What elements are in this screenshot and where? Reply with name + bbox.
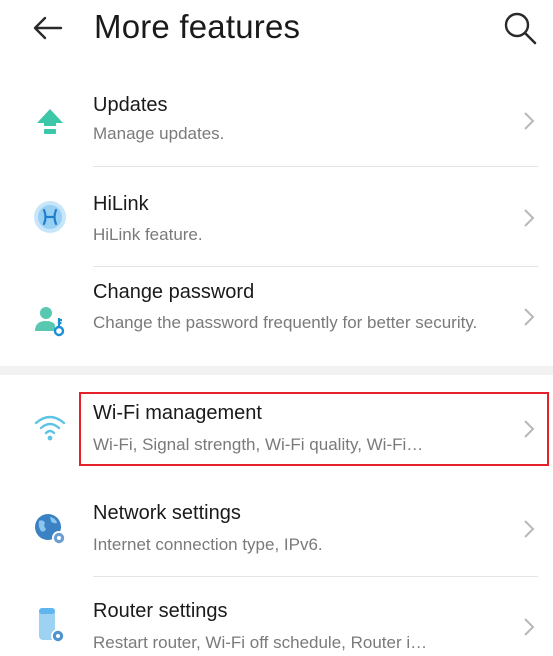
chevron-right-icon — [522, 110, 536, 132]
chevron-right-icon — [522, 306, 536, 328]
search-icon[interactable] — [500, 8, 540, 48]
divider — [93, 166, 538, 167]
list-item-wifi-management[interactable]: Wi-Fi management Wi-Fi, Signal strength,… — [0, 392, 553, 466]
list-item-network-settings[interactable]: Network settings Internet connection typ… — [0, 494, 553, 576]
hilink-icon — [33, 200, 67, 234]
chevron-right-icon — [522, 518, 536, 540]
item-subtitle: Restart router, Wi-Fi off schedule, Rout… — [93, 633, 428, 652]
list-item-hilink[interactable]: HiLink HiLink feature. — [0, 188, 553, 266]
item-title: HiLink — [93, 193, 149, 215]
item-subtitle: HiLink feature. — [93, 225, 203, 244]
item-subtitle: Internet connection type, IPv6. — [93, 535, 323, 554]
list-item-change-password[interactable]: Change password Change the password freq… — [0, 276, 553, 364]
section-separator — [0, 366, 553, 375]
item-title: Network settings — [93, 502, 241, 524]
item-title: Change password — [93, 281, 255, 303]
item-title: Updates — [93, 94, 168, 116]
wifi-icon — [33, 410, 67, 444]
chevron-right-icon — [522, 207, 536, 229]
chevron-right-icon — [522, 418, 536, 440]
list-item-router-settings[interactable]: Router settings Restart router, Wi-Fi of… — [0, 592, 553, 656]
arrow-up-icon — [33, 104, 67, 138]
page-title: More features — [94, 8, 301, 45]
globe-gear-icon — [33, 512, 67, 546]
back-arrow-icon[interactable] — [30, 10, 66, 46]
divider — [93, 576, 538, 577]
top-bar: More features — [0, 0, 553, 62]
item-subtitle: Change the password frequently for bette… — [93, 313, 478, 332]
chevron-right-icon — [522, 616, 536, 638]
router-gear-icon — [33, 606, 67, 643]
item-subtitle: Manage updates. — [93, 124, 225, 143]
list-item-updates[interactable]: Updates Manage updates. — [0, 88, 553, 166]
user-key-icon — [33, 304, 67, 338]
item-subtitle: Wi-Fi, Signal strength, Wi-Fi quality, W… — [93, 435, 424, 454]
divider — [93, 266, 538, 267]
item-title: Wi-Fi management — [93, 402, 262, 424]
item-title: Router settings — [93, 600, 228, 622]
